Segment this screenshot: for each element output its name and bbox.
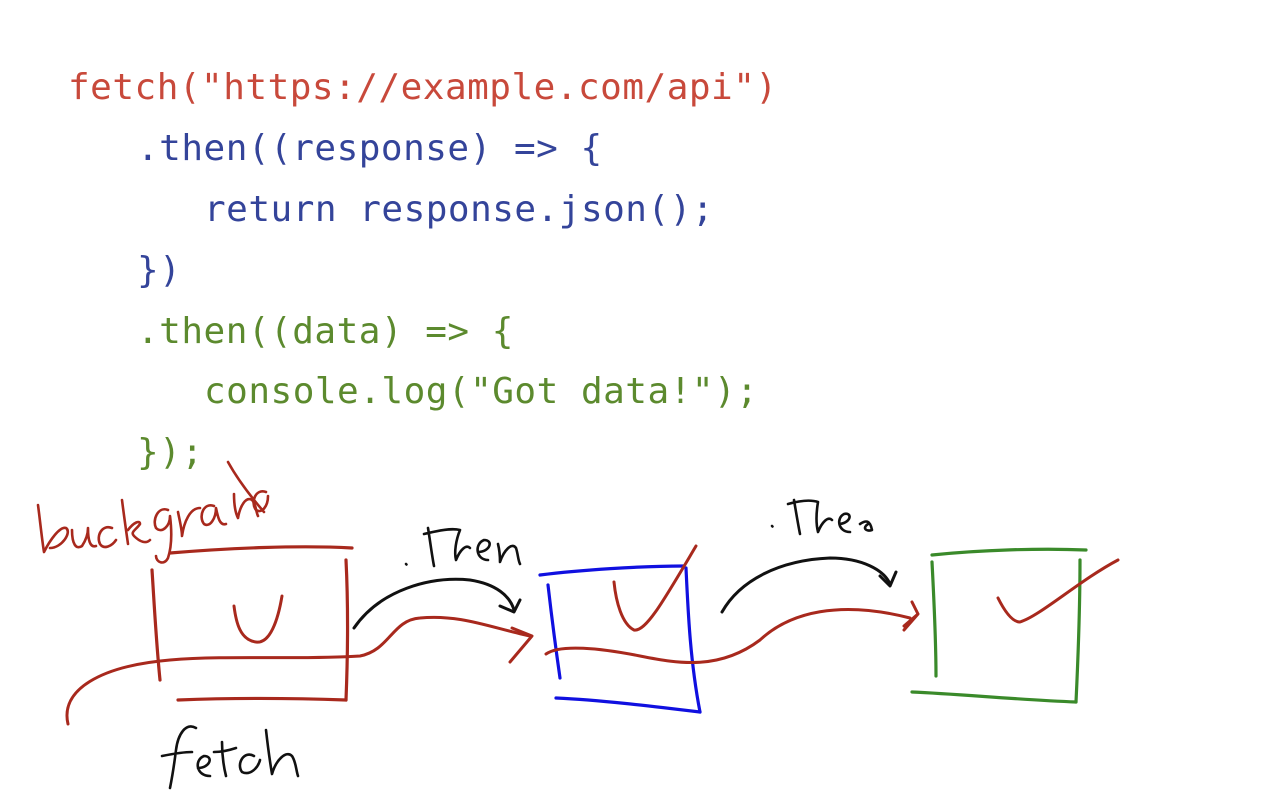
handwritten-diagram: background xyxy=(36,460,1120,790)
second-then-promise-box xyxy=(910,547,1088,704)
handwritten-label-fetch xyxy=(160,725,300,790)
first-then-box-checkmark xyxy=(612,544,698,632)
fetch-promise-box xyxy=(150,545,354,702)
execution-flow-line xyxy=(65,615,532,726)
fetch-box-checkmark xyxy=(232,594,284,644)
handwritten-label-then-1 xyxy=(404,526,522,568)
then-arrow-2 xyxy=(720,556,892,614)
handwritten-label-then-2 xyxy=(770,498,874,536)
execution-flow-line-2 xyxy=(544,607,912,664)
second-then-box-checkmark xyxy=(996,558,1120,624)
first-then-promise-box xyxy=(538,564,702,714)
then-arrow-1 xyxy=(352,577,516,630)
